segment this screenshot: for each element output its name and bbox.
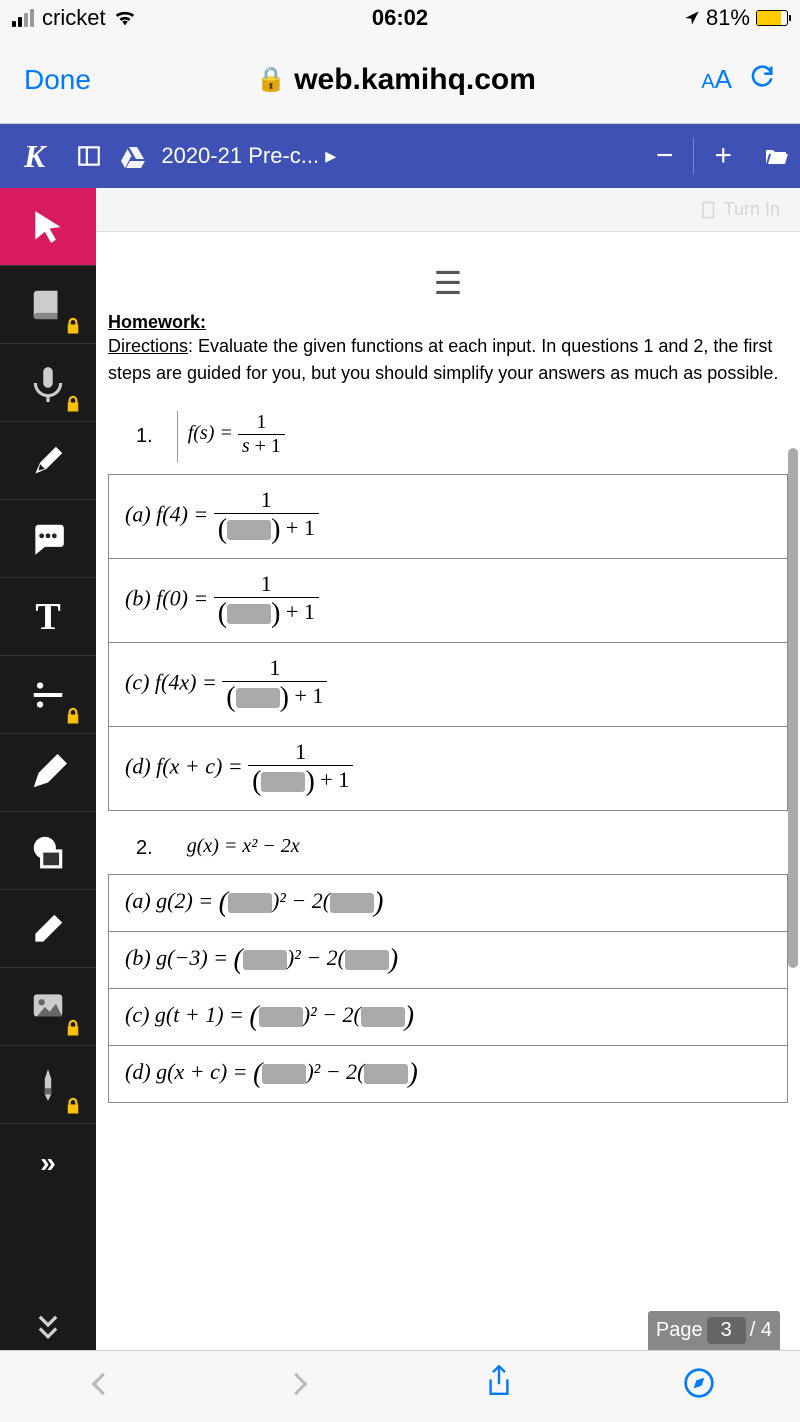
status-left: cricket — [12, 5, 136, 31]
signature-tool[interactable] — [0, 1046, 96, 1124]
lock-icon — [64, 707, 82, 725]
battery-icon — [756, 10, 788, 26]
more-tools[interactable]: » — [0, 1124, 96, 1202]
back-button[interactable] — [85, 1369, 115, 1404]
equation-tool[interactable] — [0, 656, 96, 734]
lock-icon — [64, 1019, 82, 1037]
text-tool[interactable]: T — [0, 578, 96, 656]
lock-icon — [64, 1097, 82, 1115]
directions-text: Directions: Evaluate the given functions… — [108, 333, 788, 387]
share-button[interactable] — [484, 1365, 514, 1409]
lock-icon: 🔒 — [256, 65, 286, 94]
p1-row-a: (a) f(4) = 1() + 1 — [109, 475, 788, 559]
doc-menu-icon[interactable]: ☰ — [108, 244, 788, 312]
carrier-label: cricket — [42, 5, 106, 31]
select-tool[interactable] — [0, 188, 96, 266]
refresh-button[interactable] — [748, 62, 776, 97]
problem-1: 1. f(s) = 1s + 1 (a) f(4) = 1() + 1 (b) … — [108, 411, 788, 811]
url-area[interactable]: 🔒 web.kamihq.com — [107, 63, 685, 97]
panel-toggle-icon[interactable] — [73, 140, 105, 172]
highlight-tool[interactable] — [0, 422, 96, 500]
forward-button[interactable] — [284, 1369, 314, 1404]
problem-2-number: 2. — [136, 837, 153, 860]
eraser-tool[interactable] — [0, 890, 96, 968]
p1-row-b: (b) f(0) = 1() + 1 — [109, 559, 788, 643]
battery-pct-label: 81% — [706, 5, 750, 31]
p1-row-c: (c) f(4x) = 1() + 1 — [109, 643, 788, 727]
page-indicator[interactable]: Page 3 / 4 — [648, 1311, 780, 1350]
p2-row-b: (b) g(−3) = ()² − 2() — [109, 932, 788, 989]
p2-row-d: (d) g(x + c) = ()² − 2() — [109, 1046, 788, 1103]
lock-icon — [64, 317, 82, 335]
status-right: 81% — [684, 5, 788, 31]
signal-icon — [12, 9, 34, 27]
scrollbar[interactable] — [788, 448, 798, 968]
problem-2-function: g(x) = x² − 2x — [177, 835, 300, 862]
homework-title: Homework: — [108, 312, 206, 332]
text-scale-button[interactable]: AAAA — [701, 64, 732, 95]
browser-bottom-bar — [0, 1350, 800, 1422]
p2-row-a: (a) g(2) = ()² − 2() — [109, 875, 788, 932]
doc-header: Turn In — [96, 188, 800, 232]
wifi-icon — [114, 10, 136, 26]
document-viewport[interactable]: Turn In ☰ Homework: Directions: Evaluate… — [96, 188, 800, 1350]
lock-icon — [64, 395, 82, 413]
kami-logo[interactable]: K — [8, 138, 61, 175]
page-current[interactable]: 3 — [707, 1317, 746, 1344]
open-folder-button[interactable] — [760, 140, 792, 172]
problem-1-table: (a) f(4) = 1() + 1 (b) f(0) = 1() + 1 (c… — [108, 474, 788, 811]
time-label: 06:02 — [372, 5, 428, 31]
problem-1-function: f(s) = 1s + 1 — [177, 411, 285, 462]
safari-compass-button[interactable] — [683, 1367, 715, 1407]
p1-row-d: (d) f(x + c) = 1() + 1 — [109, 727, 788, 811]
p2-row-c: (c) g(t + 1) = ()² − 2() — [109, 989, 788, 1046]
browser-bar: Done 🔒 web.kamihq.com AAAA — [0, 36, 800, 124]
shapes-tool[interactable] — [0, 812, 96, 890]
file-name-label[interactable]: 2020-21 Pre-c... ▸ — [161, 143, 336, 169]
turn-in-button[interactable]: Turn In — [700, 199, 780, 220]
app-toolbar: K 2020-21 Pre-c... ▸ − + — [0, 124, 800, 188]
comment-tool[interactable] — [0, 500, 96, 578]
done-button[interactable]: Done — [24, 64, 91, 96]
url-label: web.kamihq.com — [294, 63, 536, 97]
gdrive-icon[interactable] — [117, 140, 149, 172]
location-icon — [684, 10, 700, 26]
text-to-speech-tool[interactable] — [0, 344, 96, 422]
zoom-in-button[interactable]: + — [706, 139, 740, 173]
tool-sidebar: T » — [0, 188, 96, 1350]
page-total: / 4 — [750, 1319, 772, 1342]
drawing-tool[interactable] — [0, 734, 96, 812]
problem-2: 2. g(x) = x² − 2x (a) g(2) = ()² − 2() (… — [108, 835, 788, 1103]
image-tool[interactable] — [0, 968, 96, 1046]
collapse-sidebar[interactable] — [0, 1300, 96, 1350]
problem-1-number: 1. — [136, 425, 153, 448]
status-bar: cricket 06:02 81% — [0, 0, 800, 36]
toolbar-divider — [693, 138, 694, 174]
zoom-out-button[interactable]: − — [648, 139, 682, 173]
problem-2-table: (a) g(2) = ()² − 2() (b) g(−3) = ()² − 2… — [108, 874, 788, 1103]
dictionary-tool[interactable] — [0, 266, 96, 344]
